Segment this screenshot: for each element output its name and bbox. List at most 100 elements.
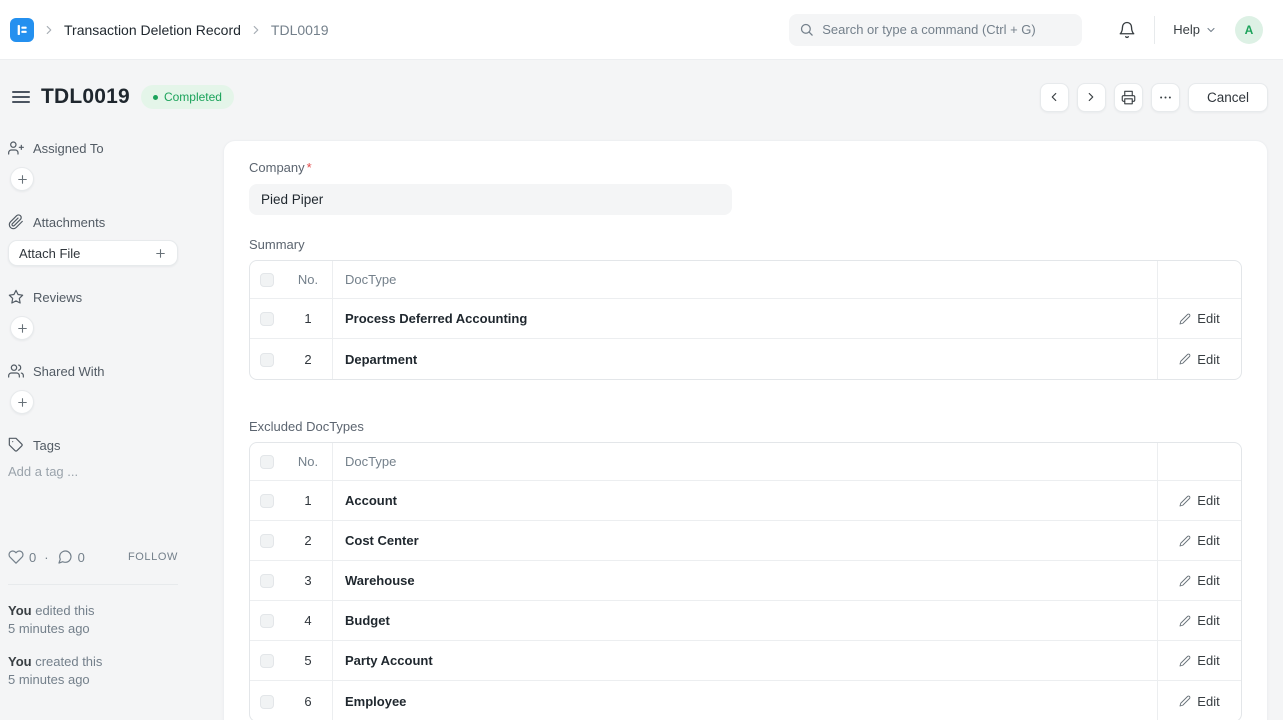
company-label-text: Company	[249, 160, 305, 175]
search-icon	[799, 22, 814, 37]
form-sidebar: Assigned To Attachments Attach File Revi…	[8, 140, 180, 689]
doctype-cell[interactable]: Department	[333, 339, 1157, 379]
breadcrumb-docname[interactable]: TDL0019	[271, 22, 329, 38]
doctype-cell[interactable]: Budget	[333, 601, 1157, 641]
comment-icon[interactable]	[57, 549, 73, 565]
row-index: 3	[284, 561, 333, 601]
table-row[interactable]: 2 Department Edit	[250, 339, 1241, 379]
edit-row-button[interactable]: Edit	[1173, 307, 1225, 330]
excluded-section-label: Excluded DocTypes	[249, 419, 1242, 434]
add-review-button[interactable]	[10, 316, 34, 340]
edit-row-button[interactable]: Edit	[1173, 348, 1225, 371]
previous-document-button[interactable]	[1040, 83, 1069, 112]
user-avatar[interactable]: A	[1235, 16, 1263, 44]
row-index: 1	[284, 299, 333, 339]
doctype-cell[interactable]: Party Account	[333, 641, 1157, 681]
doctype-cell[interactable]: Account	[333, 481, 1157, 521]
row-index: 2	[284, 521, 333, 561]
add-assignment-button[interactable]	[10, 167, 34, 191]
tags-label: Tags	[33, 438, 60, 453]
row-checkbox[interactable]	[260, 574, 274, 588]
table-row[interactable]: 2 Cost Center Edit	[250, 521, 1241, 561]
table-row[interactable]: 1 Account Edit	[250, 481, 1241, 521]
dot-separator: ·	[44, 550, 48, 565]
doctype-cell[interactable]: Employee	[333, 681, 1157, 720]
tags-section: Tags	[8, 437, 180, 453]
share-button[interactable]	[10, 390, 34, 414]
table-row[interactable]: 3 Warehouse Edit	[250, 561, 1241, 601]
row-checkbox[interactable]	[260, 494, 274, 508]
table-row[interactable]: 5 Party Account Edit	[250, 641, 1241, 681]
select-all-checkbox[interactable]	[260, 455, 274, 469]
row-checkbox[interactable]	[260, 353, 274, 367]
activity-action: edited this	[35, 603, 94, 618]
no-column-header: No.	[284, 261, 333, 299]
doctype-cell[interactable]: Process Deferred Accounting	[333, 299, 1157, 339]
activity-time: 5 minutes ago	[8, 671, 180, 689]
row-checkbox[interactable]	[260, 654, 274, 668]
edit-row-button[interactable]: Edit	[1173, 489, 1225, 512]
doctype-cell[interactable]: Cost Center	[333, 521, 1157, 561]
company-field[interactable]: Pied Piper	[249, 184, 732, 215]
bell-icon	[1118, 21, 1136, 39]
plus-icon	[154, 247, 167, 260]
app-logo[interactable]	[10, 18, 34, 42]
navbar-right: Help A	[1118, 16, 1263, 44]
chevron-left-icon	[1047, 90, 1061, 104]
activity-actor: You	[8, 654, 32, 669]
select-all-checkbox[interactable]	[260, 273, 274, 287]
row-index: 6	[284, 681, 333, 720]
follow-button[interactable]: FOLLOW	[128, 551, 178, 563]
edit-label: Edit	[1197, 352, 1219, 367]
help-menu[interactable]: Help	[1173, 22, 1217, 37]
edit-row-button[interactable]: Edit	[1173, 649, 1225, 672]
activity-time: 5 minutes ago	[8, 620, 180, 638]
row-checkbox[interactable]	[260, 695, 274, 709]
row-checkbox[interactable]	[260, 312, 274, 326]
breadcrumb-doctype[interactable]: Transaction Deletion Record	[64, 22, 241, 38]
shared-with-section: Shared With	[8, 363, 180, 379]
row-checkbox[interactable]	[260, 614, 274, 628]
row-index: 5	[284, 641, 333, 681]
comments-count[interactable]: 0	[78, 550, 85, 565]
attachments-section: Attachments	[8, 214, 180, 230]
status-badge: Completed	[141, 85, 234, 109]
doctype-cell[interactable]: Warehouse	[333, 561, 1157, 601]
row-index: 4	[284, 601, 333, 641]
global-search[interactable]	[789, 14, 1082, 46]
erpnext-logo-icon	[14, 22, 30, 38]
menu-button[interactable]	[1151, 83, 1180, 112]
tag-icon	[8, 437, 24, 453]
pencil-icon	[1179, 695, 1191, 707]
attachments-label: Attachments	[33, 215, 105, 230]
page-title: TDL0019	[41, 85, 130, 109]
notifications-button[interactable]	[1118, 21, 1136, 39]
likes-count[interactable]: 0	[29, 550, 36, 565]
sidebar-toggle-button[interactable]	[10, 86, 32, 108]
edit-row-button[interactable]: Edit	[1173, 609, 1225, 632]
add-tag-input[interactable]: Add a tag ...	[8, 464, 180, 479]
next-document-button[interactable]	[1077, 83, 1106, 112]
edit-label: Edit	[1197, 694, 1219, 709]
row-checkbox[interactable]	[260, 534, 274, 548]
navbar: Transaction Deletion Record TDL0019 Help…	[0, 0, 1283, 60]
table-row[interactable]: 1 Process Deferred Accounting Edit	[250, 299, 1241, 339]
table-row[interactable]: 4 Budget Edit	[250, 601, 1241, 641]
heart-icon[interactable]	[8, 549, 24, 565]
pencil-icon	[1179, 313, 1191, 325]
edit-row-button[interactable]: Edit	[1173, 529, 1225, 552]
page-actions: Cancel	[1040, 83, 1268, 112]
chevron-right-icon	[249, 23, 263, 37]
summary-table: No. DocType 1 Process Deferred Accountin…	[249, 260, 1242, 380]
summary-section-label: Summary	[249, 237, 1242, 252]
table-row[interactable]: 6 Employee Edit	[250, 681, 1241, 720]
status-dot-icon	[153, 95, 158, 100]
activity-entry: You created this 5 minutes ago	[8, 653, 180, 689]
attach-file-button[interactable]: Attach File	[8, 240, 178, 266]
cancel-button[interactable]: Cancel	[1188, 83, 1268, 112]
search-input[interactable]	[822, 22, 1072, 37]
edit-row-button[interactable]: Edit	[1173, 690, 1225, 713]
reviews-section: Reviews	[8, 289, 180, 305]
edit-row-button[interactable]: Edit	[1173, 569, 1225, 592]
print-button[interactable]	[1114, 83, 1143, 112]
